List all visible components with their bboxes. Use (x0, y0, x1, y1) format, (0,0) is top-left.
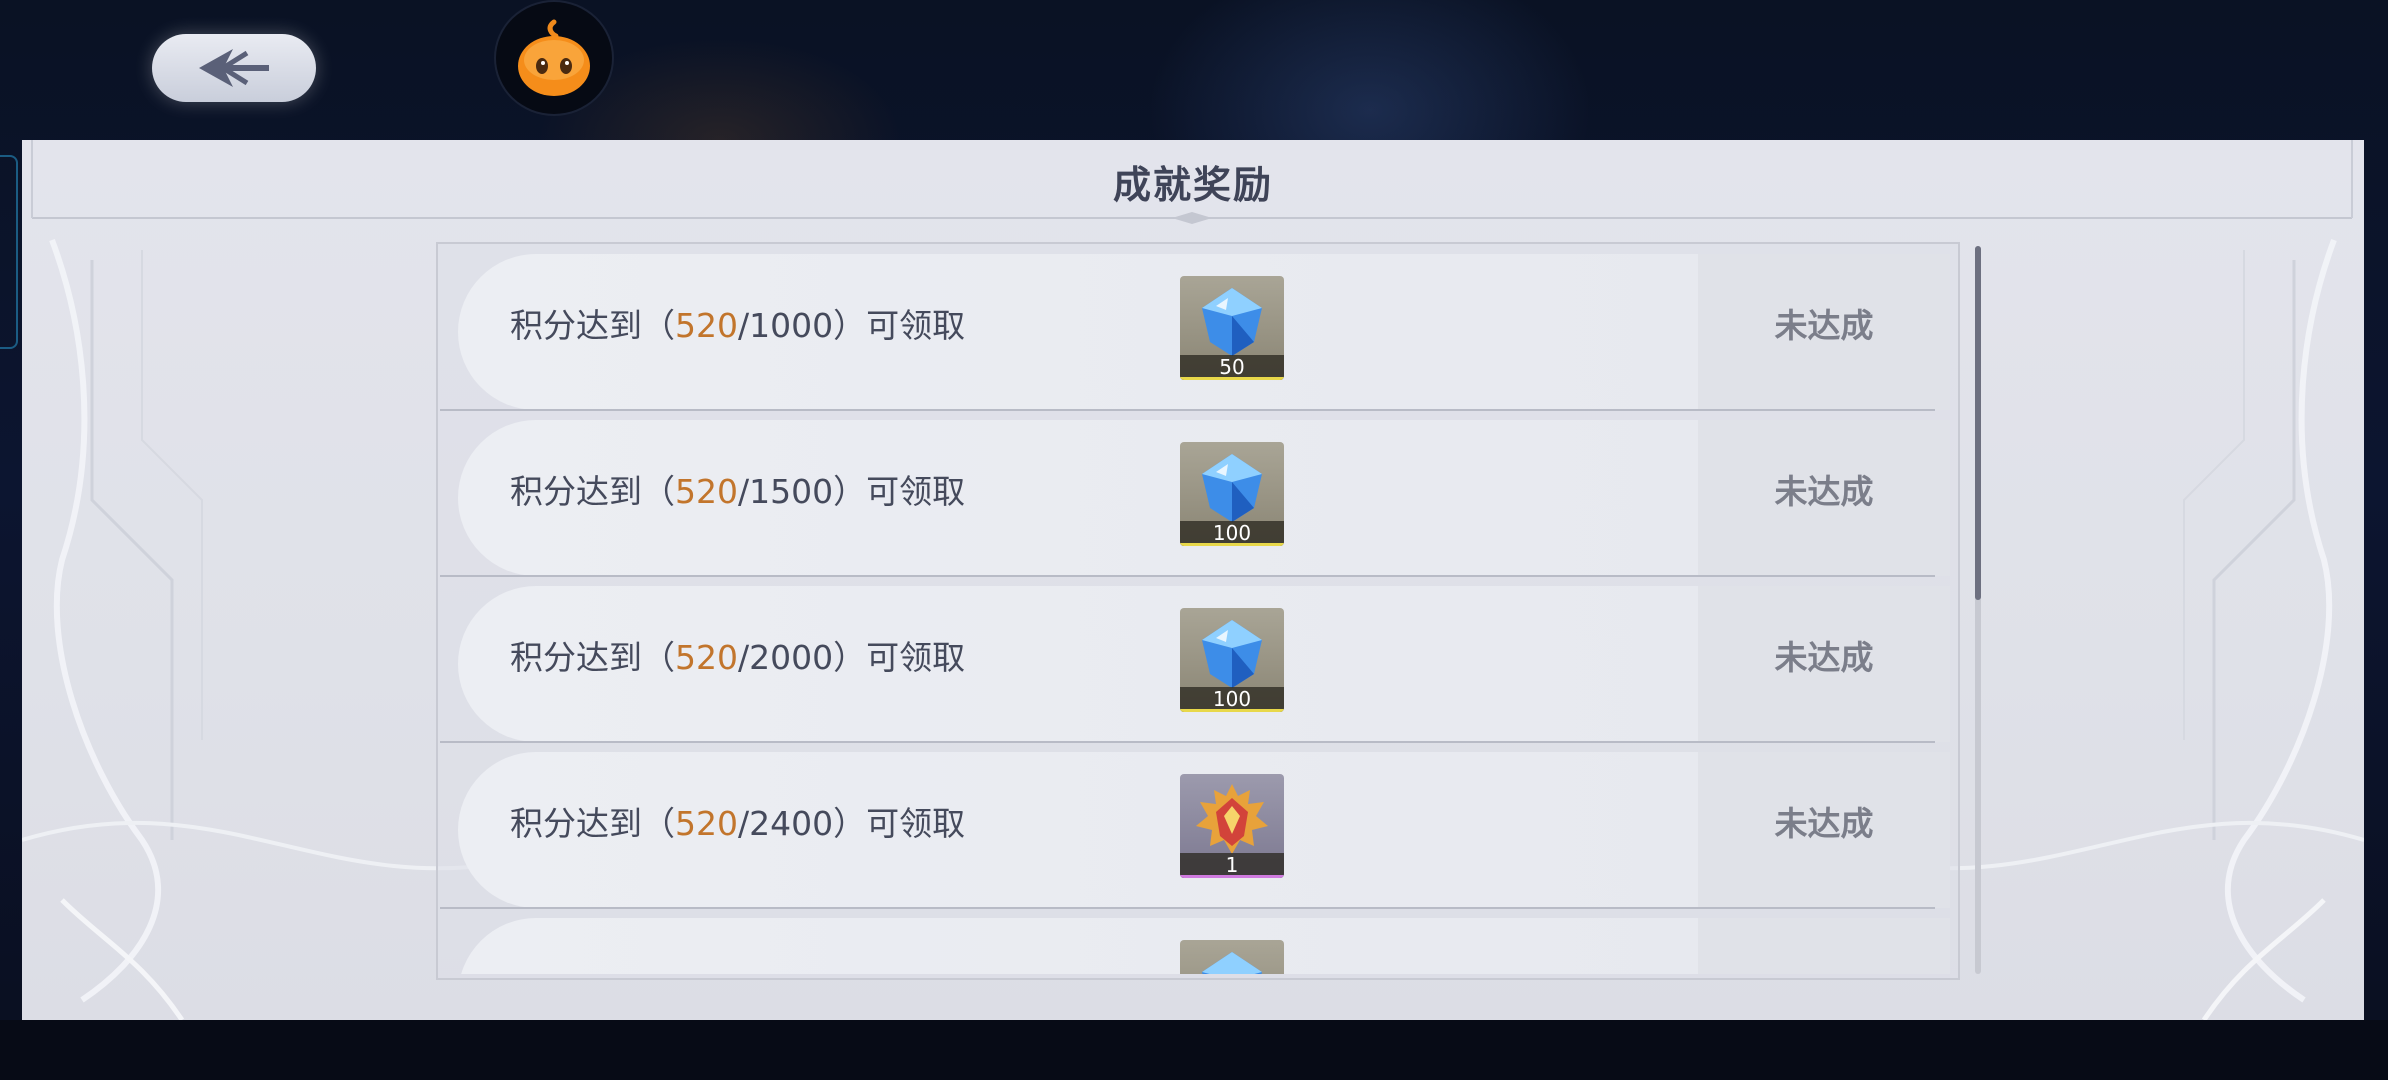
reward-quantity: 1 (1225, 853, 1239, 877)
back-arrow-icon (199, 49, 269, 87)
row-divider (440, 575, 1935, 577)
row-condition-label: 积分达到（520/2400）可领取 (510, 804, 966, 843)
reward-row: 积分达到（520/1000）可领取 50 未达成 (440, 246, 1950, 411)
row-condition-label: 积分达到（520/1500）可领取 (510, 472, 966, 511)
panel-title: 成就奖励 (1112, 162, 1273, 207)
scroll-thumb[interactable] (1975, 246, 1981, 600)
row-divider (440, 907, 1935, 909)
reward-row: 积分达到（520/2000）可领取 100 未达成 (440, 578, 1950, 743)
status-label: 未达成 (1774, 472, 1874, 511)
status-label: 未达成 (1774, 638, 1874, 677)
status-label: 未达成 (1774, 804, 1874, 843)
row-status-background (1698, 918, 1950, 974)
status-label: 未达成 (1774, 306, 1874, 345)
blue-diamond-icon (1202, 454, 1262, 522)
left-edge-tab (0, 155, 18, 349)
scrollbar[interactable] (1975, 246, 1981, 974)
blue-diamond-icon (1202, 952, 1262, 974)
row-condition-label: 积分达到（520/2000）可领取 (510, 638, 966, 677)
golden-crest-badge-icon (1196, 784, 1268, 854)
reward-row: 积分达到（520/1500）可领取 100 未达成 (440, 412, 1950, 577)
bottom-background (0, 1020, 2388, 1080)
reward-quantity: 50 (1219, 355, 1245, 379)
row-background (458, 918, 1698, 974)
reward-item[interactable]: 1 (1180, 774, 1284, 878)
row-divider (440, 409, 1935, 411)
orange-blob-mascot-icon (518, 19, 590, 96)
reward-row-partial (440, 910, 1950, 974)
mascot-avatar[interactable] (496, 2, 612, 114)
back-button[interactable] (152, 34, 316, 102)
blue-diamond-icon (1202, 288, 1262, 356)
reward-item[interactable] (1180, 940, 1284, 974)
reward-item[interactable]: 100 (1180, 608, 1284, 712)
reward-quantity: 100 (1212, 521, 1252, 545)
reward-row: 积分达到（520/2400）可领取 1 未达成 (440, 744, 1950, 909)
row-condition-label: 积分达到（520/1000）可领取 (510, 306, 966, 345)
reward-item[interactable]: 100 (1180, 442, 1284, 546)
row-divider (440, 741, 1935, 743)
blue-diamond-icon (1202, 620, 1262, 688)
reward-item[interactable]: 50 (1180, 276, 1284, 380)
reward-quantity: 100 (1212, 687, 1252, 711)
reward-list[interactable]: 积分达到（520/1000）可领取 50 未达成 积分达到（520/1500）可… (440, 246, 1950, 974)
